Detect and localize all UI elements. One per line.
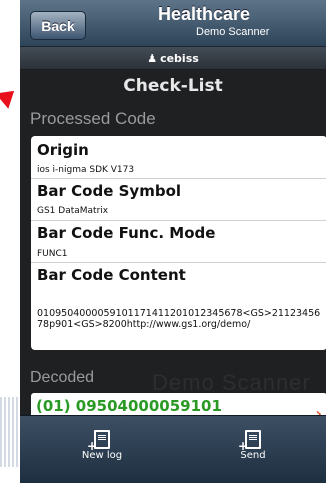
page-title: Check-List bbox=[123, 76, 223, 96]
symbol-value: GS1 DataMatrix bbox=[37, 206, 109, 216]
new-log-button[interactable]: + New log bbox=[67, 430, 137, 461]
user-bar: ♟ cebiss bbox=[20, 47, 326, 69]
divider bbox=[31, 178, 326, 179]
navigation-bar: Back Healthcare Demo Scanner bbox=[20, 0, 326, 47]
back-button[interactable]: Back bbox=[30, 11, 86, 40]
func-mode-value: FUNC1 bbox=[37, 249, 68, 259]
barcode-decoration-icon bbox=[0, 397, 20, 467]
app-subtitle: Demo Scanner bbox=[196, 26, 270, 38]
decoded-item-label: (01) 09504000059101 bbox=[36, 397, 222, 415]
origin-value: ios i-nigma SDK V173 bbox=[37, 165, 135, 175]
user-name: cebiss bbox=[160, 51, 199, 65]
new-document-icon: + bbox=[87, 430, 110, 453]
processed-code-section-label: Processed Code bbox=[30, 109, 156, 128]
decoded-section-label: Decoded bbox=[30, 369, 95, 386]
processed-code-card: Origin ios i-nigma SDK V173 Bar Code Sym… bbox=[31, 136, 326, 350]
person-icon: ♟ bbox=[147, 51, 158, 65]
content-value: 0109504000059101171411201012345678<GS>21… bbox=[37, 308, 321, 330]
send-button[interactable]: + Send bbox=[218, 430, 288, 461]
origin-title: Origin bbox=[37, 141, 89, 159]
app-title: Healthcare bbox=[158, 4, 251, 24]
symbol-title: Bar Code Symbol bbox=[37, 182, 182, 200]
divider bbox=[31, 220, 326, 221]
content-title: Bar Code Content bbox=[37, 266, 186, 284]
app-screen: Back Healthcare Demo Scanner ♟ cebiss Ch… bbox=[20, 0, 326, 483]
send-document-icon: + bbox=[238, 430, 261, 453]
func-mode-title: Bar Code Func. Mode bbox=[37, 224, 216, 242]
bottom-toolbar: + New log + Send bbox=[20, 415, 326, 483]
divider bbox=[31, 262, 326, 263]
